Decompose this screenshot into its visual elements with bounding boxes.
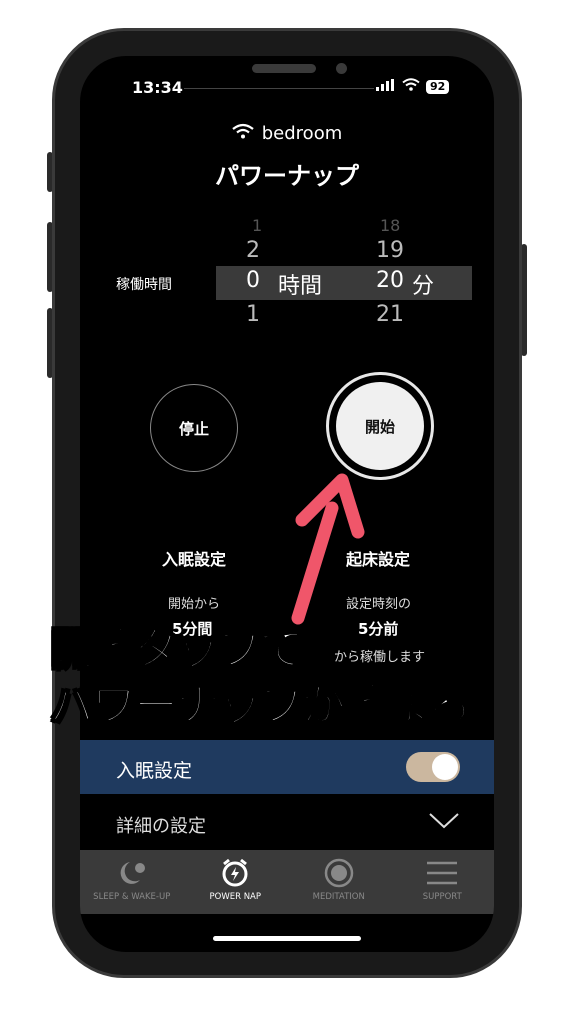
minutes-option-above[interactable]: 19 (376, 238, 404, 263)
page-title: パワーナップ (215, 162, 359, 190)
meditation-icon (324, 858, 354, 888)
wake-setting-value: 5分前 (358, 620, 399, 638)
minutes-selected[interactable]: 20 (376, 268, 404, 293)
tab-support[interactable]: SUPPORT (391, 850, 495, 914)
duration-label: 稼働時間 (116, 277, 172, 293)
status-divider (184, 88, 374, 89)
tab-sleep-wake-label: SLEEP & WAKE-UP (93, 892, 171, 902)
wake-setting-title: 起床設定 (346, 550, 411, 569)
sleep-setting-row[interactable]: 入眠設定 (80, 740, 494, 794)
tab-power-nap-label: POWER NAP (209, 892, 262, 902)
toggle-knob (432, 754, 458, 780)
hours-option-below[interactable]: 1 (246, 302, 260, 327)
device-name: bedroom (80, 123, 494, 144)
detail-settings-label: 詳細の設定 (116, 816, 206, 837)
tab-power-nap[interactable]: POWER NAP (184, 850, 288, 914)
caption-line-1: 開始タップで (49, 624, 305, 675)
sleep-setting-toggle[interactable] (406, 752, 460, 782)
start-button[interactable]: 開始 (336, 382, 424, 470)
stop-button[interactable]: 停止 (150, 384, 238, 472)
hours-unit: 時間 (278, 274, 323, 299)
wifi-icon (232, 123, 254, 144)
signal-icon (376, 78, 396, 95)
sleep-setting-line: 開始から (168, 597, 221, 612)
sleep-setting-row-label: 入眠設定 (116, 760, 193, 782)
status-time: 13:34 (132, 78, 183, 97)
menu-icon (425, 858, 459, 888)
wake-setting-note: から稼働します (334, 650, 426, 665)
hours-selected[interactable]: 0 (246, 268, 260, 293)
moon-icon (114, 858, 150, 888)
alarm-clock-icon (219, 858, 251, 888)
detail-settings-row[interactable]: 詳細の設定 (80, 794, 494, 850)
sleep-setting-title: 入眠設定 (162, 550, 227, 569)
tab-bar: SLEEP & WAKE-UP POWER NAP MEDITATION SUP… (80, 850, 494, 914)
minutes-option-below[interactable]: 21 (376, 302, 404, 327)
battery-indicator: 92 (426, 79, 450, 94)
chevron-down-icon[interactable] (428, 812, 460, 834)
wifi-icon (402, 78, 420, 95)
hours-option-above[interactable]: 2 (246, 238, 260, 263)
status-icons: 92 (376, 78, 450, 95)
app-screen: 13:34 92 bedroom パワーナップ 稼働時間 1 2 0 時間 1 … (80, 56, 494, 952)
front-camera (336, 63, 347, 74)
home-indicator (213, 936, 361, 941)
caption-line-2: パワーナップが始まる (49, 680, 473, 731)
tab-sleep-wake[interactable]: SLEEP & WAKE-UP (80, 850, 184, 914)
wake-setting-line: 設定時刻の (346, 597, 412, 612)
tab-support-label: SUPPORT (422, 892, 462, 902)
minutes-option-faint[interactable]: 18 (380, 216, 400, 235)
minutes-unit: 分 (412, 274, 435, 299)
speaker (252, 64, 316, 73)
tab-meditation-label: MEDITATION (312, 892, 365, 902)
tab-meditation[interactable]: MEDITATION (287, 850, 391, 914)
device-name-label: bedroom (261, 123, 343, 144)
hours-option-faint[interactable]: 1 (252, 216, 262, 235)
